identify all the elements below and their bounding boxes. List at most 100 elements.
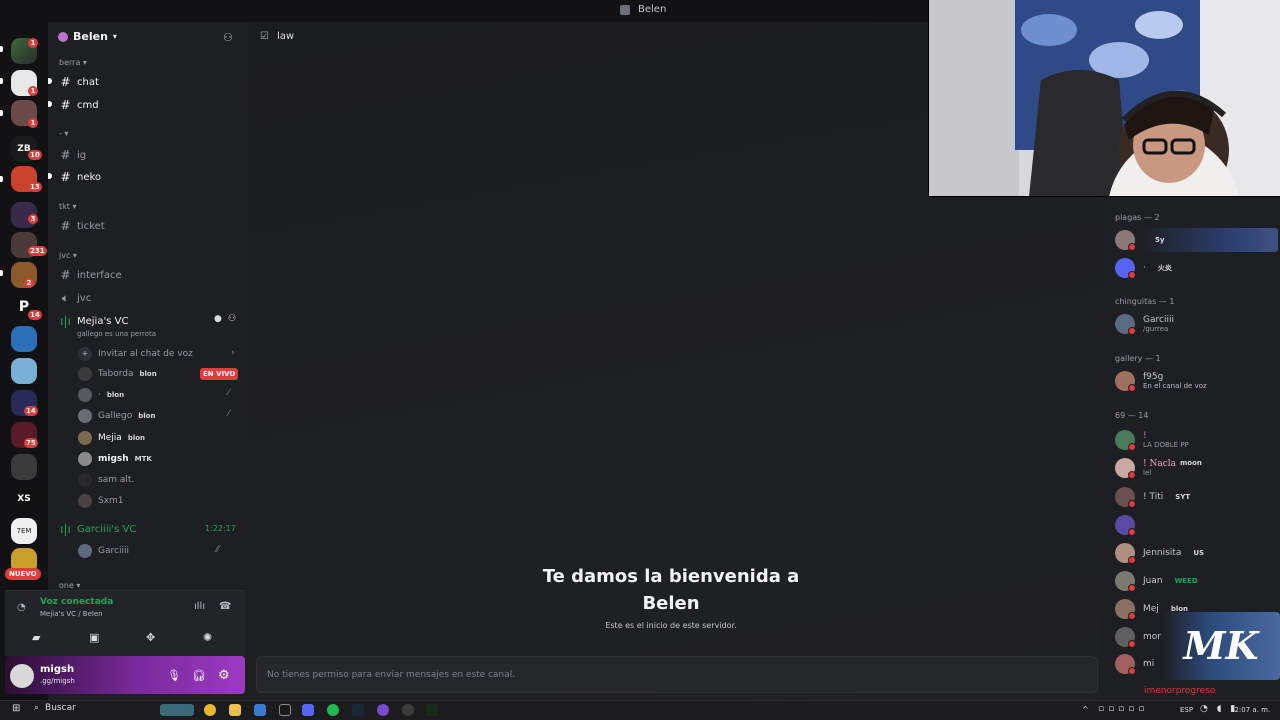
member-name-partial[interactable]: imenorprogreso [1144, 686, 1215, 696]
member-item[interactable]: mor [1115, 627, 1161, 648]
avatar [1115, 543, 1136, 564]
file-explorer-icon[interactable] [229, 704, 241, 716]
member-item[interactable]: · 火炎 [1115, 258, 1172, 279]
gear-icon[interactable]: ⚙ [218, 668, 230, 683]
category-header[interactable]: jvc ▾ [59, 251, 77, 260]
unread-pip [0, 78, 3, 84]
channel-ticket[interactable]: # ticket [60, 219, 104, 233]
unread-badge: 13 [28, 182, 42, 192]
taskbar-search[interactable]: ⌕ Buscar [34, 703, 76, 713]
microphone-icon[interactable]: 🎙︎ [167, 669, 181, 682]
channel-interface[interactable]: # interface [60, 268, 121, 282]
language-indicator[interactable]: ESP [1180, 706, 1193, 714]
webcam-overlay [928, 0, 1280, 197]
avatar [78, 409, 92, 423]
add-user-icon: + [78, 347, 92, 361]
app-icon[interactable] [426, 704, 438, 716]
server-icon-xs[interactable]: XS [11, 486, 37, 512]
tray-icons[interactable]: ▫▫▫▫▫ [1098, 704, 1149, 714]
server-icon-7em[interactable]: 7EM [11, 518, 37, 544]
channel-neko[interactable]: # neko [60, 170, 101, 184]
voice-user[interactable]: Mejia blon [78, 431, 145, 445]
app-icon[interactable] [377, 704, 389, 716]
soundboard-icon[interactable]: ✺ [203, 631, 212, 644]
voice-user[interactable]: Gallego blon [78, 409, 155, 423]
unread-badge: 1 [28, 86, 38, 96]
avatar [78, 452, 92, 466]
member-group-header: gallery — 1 [1115, 354, 1161, 363]
voice-user[interactable]: migsh MTK [78, 452, 152, 466]
server-icon[interactable] [11, 454, 37, 480]
add-friend-icon[interactable]: ⚇ [223, 31, 233, 44]
steam-icon[interactable] [352, 704, 364, 716]
voice-user[interactable]: Taborda blon [78, 367, 157, 381]
avatar [78, 431, 92, 445]
spotify-icon[interactable] [327, 704, 339, 716]
category-header[interactable]: one ▾ [59, 581, 80, 590]
chrome-icon[interactable] [204, 704, 216, 716]
member-item[interactable]: Jennisita US [1115, 543, 1204, 564]
clan-tag: blon [106, 391, 125, 399]
avatar [78, 388, 92, 402]
category-header[interactable]: tkt ▾ [59, 202, 76, 211]
server-icon[interactable] [11, 358, 37, 384]
member-item[interactable]: ! LA DOBLE PP [1115, 430, 1189, 451]
member-item[interactable]: ! Nacla moon lel [1115, 458, 1202, 479]
server-header[interactable]: Belen ▾ [58, 30, 117, 43]
chevron-down-icon: ▾ [112, 32, 117, 41]
username: migsh [40, 664, 75, 675]
user-panel [5, 656, 245, 694]
headphones-icon[interactable]: 🎧︎ [192, 669, 206, 682]
server-icon[interactable] [11, 326, 37, 352]
unread-pip [0, 110, 3, 116]
member-item[interactable]: 5y [1115, 230, 1164, 251]
discord-icon[interactable] [302, 704, 314, 716]
voice-channel-mejia[interactable]: ı|ı Mejia's VC [60, 314, 128, 328]
search-icon: ⌕ [34, 703, 40, 713]
channel-chat[interactable]: # chat [60, 75, 98, 89]
unread-badge: 2 [24, 278, 34, 288]
signal-icon: ◔ [17, 602, 26, 613]
avatar[interactable] [10, 664, 34, 688]
member-item[interactable]: f95g En el canal de voz [1115, 371, 1207, 392]
store-icon[interactable] [254, 704, 266, 716]
member-item[interactable]: ! Titi SYT [1115, 487, 1190, 508]
widgets-icon[interactable] [160, 704, 194, 716]
server-boost-icon [58, 31, 68, 42]
speaker-icon: 🔈︎ [61, 291, 70, 305]
add-member-icon[interactable]: ⚇ [228, 314, 236, 324]
voice-user[interactable]: sam alt. [78, 473, 134, 487]
member-item[interactable]: mi [1115, 654, 1154, 675]
chat-bubble-icon[interactable]: ● [214, 314, 222, 324]
avatar [1115, 314, 1136, 335]
app-icon[interactable] [402, 704, 414, 716]
member-item[interactable]: Garciiii/gurrea [1115, 314, 1174, 335]
camera-off-icon[interactable]: ▰ [32, 631, 40, 644]
clock[interactable]: 12:07 a. m. [1230, 706, 1270, 714]
message-composer[interactable]: No tienes permiso para enviar mensajes e… [256, 656, 1098, 693]
voice-user[interactable]: Sxm1 [78, 494, 124, 508]
voice-user[interactable]: · blon [78, 388, 124, 402]
activities-icon[interactable]: ✥ [146, 631, 155, 644]
voice-channel-garciiii[interactable]: ı|ı Garciiii's VC [60, 522, 136, 536]
category-header[interactable]: berra ▾ [59, 58, 87, 67]
voice-timer: 1:22:17 [205, 524, 236, 533]
voice-user[interactable]: Garciiii [78, 544, 129, 558]
disconnect-icon[interactable]: ☎ [219, 601, 231, 612]
channel-cmd[interactable]: # cmd [60, 98, 98, 112]
invite-voice-button[interactable]: + Invitar al chat de voz [78, 347, 193, 361]
unread-badge: 3 [28, 214, 38, 224]
member-item[interactable]: Juan WEED [1115, 571, 1198, 592]
screen-share-icon[interactable]: ▣ [89, 631, 99, 644]
channel-jvc-voice[interactable]: 🔈︎ jvc [60, 291, 91, 306]
channel-ig[interactable]: # ig [60, 148, 86, 162]
voice-connected-channel[interactable]: Mejia's VC / Belen [40, 610, 103, 618]
category-header[interactable]: - ▾ [59, 129, 68, 138]
terminal-icon[interactable] [279, 704, 291, 716]
member-item[interactable] [1115, 515, 1143, 536]
noise-suppression-icon[interactable]: ıllı [194, 601, 205, 612]
windows-start-icon[interactable]: ⊞ [12, 703, 20, 714]
avatar [78, 473, 92, 487]
avatar [1115, 571, 1136, 592]
tray-chevron-icon[interactable]: ^ [1082, 705, 1089, 714]
